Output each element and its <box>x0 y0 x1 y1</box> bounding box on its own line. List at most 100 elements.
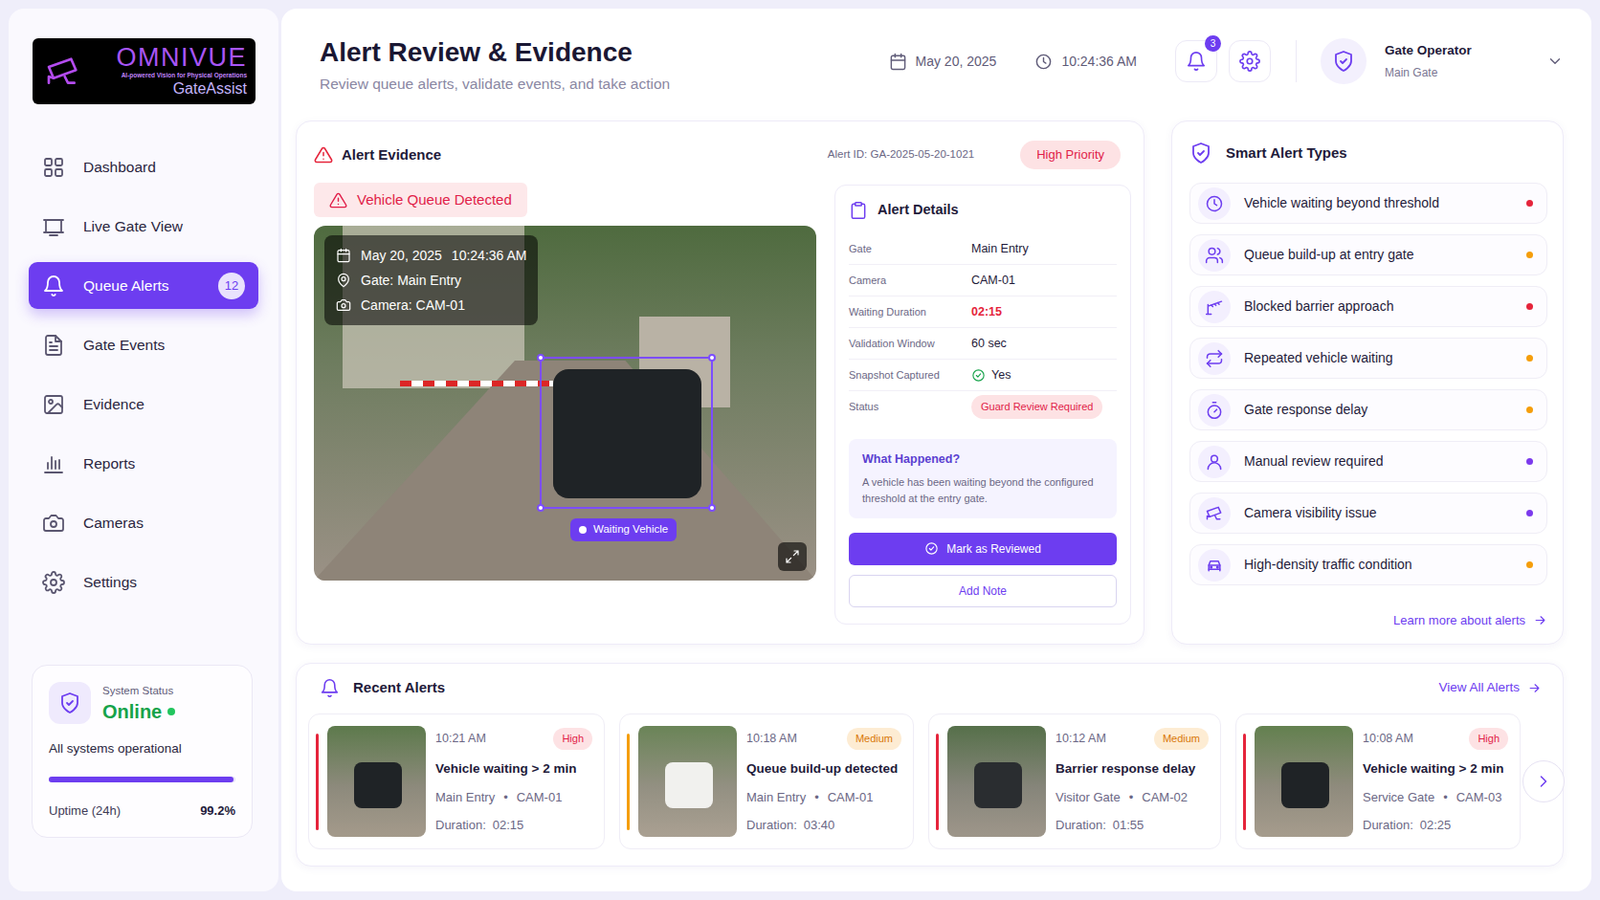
alert-type-row[interactable]: Camera visibility issue <box>1189 492 1548 534</box>
user-info: Gate OperatorMain Gate <box>1384 41 1529 82</box>
brand-name: OMNIVUE <box>91 44 247 71</box>
status-row: System StatusOnline <box>48 682 236 725</box>
sidebar-label: Queue Alerts <box>83 274 170 297</box>
link-label: View All Alerts <box>1438 678 1520 698</box>
detection-text: Waiting Vehicle <box>593 521 668 538</box>
detail-label: Waiting Duration <box>848 304 972 321</box>
alert-type-row[interactable]: Manual review required <box>1189 441 1548 483</box>
uptime-value: 99.2% <box>200 801 236 822</box>
severity-dot <box>1526 561 1534 569</box>
alert-type-row[interactable]: Repeated vehicle waiting <box>1189 337 1548 379</box>
view-all-link[interactable]: View All Alerts <box>1438 678 1542 698</box>
alert-type-row[interactable]: Queue build-up at entry gate <box>1189 234 1548 276</box>
detail-row: Snapshot CapturedYes <box>848 359 1117 392</box>
recent-alert-info: 10:21 AMHighVehicle waiting > 2 minMain … <box>435 728 597 836</box>
alert-type-row[interactable]: Blocked barrier approach <box>1189 286 1548 328</box>
camera-icon <box>42 511 66 535</box>
alert-camera: CAM-01 <box>516 788 563 808</box>
alert-type-label: Manual review required <box>1244 451 1384 472</box>
recent-alert-top: 10:21 AMHigh <box>435 728 597 751</box>
evidence-meta: Alert ID: GA-2025-05-20-1021High Priorit… <box>827 140 1121 170</box>
alert-type-row[interactable]: Vehicle waiting beyond threshold <box>1189 182 1548 224</box>
detail-row: Waiting Duration02:15 <box>848 296 1117 329</box>
next-button[interactable] <box>1522 760 1565 803</box>
recent-alert-card[interactable]: 10:18 AMMediumQueue build-up detectedMai… <box>619 713 914 850</box>
sidebar-item[interactable]: Gate Events <box>28 321 259 369</box>
user-menu[interactable]: Gate OperatorMain Gate <box>1320 38 1564 85</box>
user-avatar <box>1320 38 1367 85</box>
overlay-row: Camera: CAM-01 <box>335 292 527 318</box>
status-label: System Status <box>102 683 176 700</box>
detail-value-cell: Yes <box>971 366 1011 385</box>
sidebar-item[interactable]: Settings <box>28 558 259 606</box>
accent-bar <box>1243 733 1246 831</box>
settings-button[interactable] <box>1228 40 1271 83</box>
frame-icon <box>42 215 66 239</box>
detail-row: Validation Window60 sec <box>848 328 1117 360</box>
evidence-header: Alert Evidence Alert ID: GA-2025-05-20-10… <box>313 141 1130 169</box>
learn-more-link[interactable]: Learn more about alerts <box>1189 611 1548 631</box>
add-note-button[interactable]: Add Note <box>848 575 1117 608</box>
duration-label: Duration: <box>435 816 487 836</box>
severity-dot <box>1526 458 1534 466</box>
mark-reviewed-button[interactable]: Mark as Reviewed <box>848 533 1117 566</box>
duration-value: 02:25 <box>1420 816 1452 836</box>
box-handle <box>536 504 545 512</box>
sidebar-label: Gate Events <box>83 333 165 356</box>
header-actions: May 20, 202510:24:36 AM3Gate OperatorMai… <box>888 38 1564 85</box>
clock-icon <box>1204 194 1224 214</box>
alert-type-badge <box>1198 290 1231 324</box>
thumbnail-vehicle <box>665 762 713 809</box>
clipboard-icon <box>848 200 868 221</box>
divider <box>1295 40 1297 83</box>
detail-value-cell: Guard Review Required <box>971 395 1103 420</box>
notification-count: 3 <box>1204 35 1222 52</box>
camera-overlay: May 20, 202510:24:36 AMGate: Main EntryC… <box>324 235 538 326</box>
count-badge: 12 <box>218 272 245 300</box>
recent-alert-info: 10:18 AMMediumQueue build-up detectedMai… <box>746 728 906 836</box>
box-handle <box>708 504 716 512</box>
expand-button[interactable] <box>777 542 807 572</box>
gear-icon <box>1239 50 1261 72</box>
overlay-gate: Gate: Main Entry <box>360 270 462 291</box>
bell-icon <box>1185 50 1207 72</box>
sidebar-item[interactable]: Queue Alerts 12 <box>28 262 259 310</box>
card-title: Alert Evidence <box>341 144 442 167</box>
priority-badge: Medium <box>1154 728 1209 751</box>
alert-type-label: Queue build-up at entry gate <box>1244 244 1414 266</box>
recent-alert-card[interactable]: 10:12 AMMediumBarrier response delayVisi… <box>928 713 1222 850</box>
detail-label: Gate <box>848 241 972 258</box>
sidebar-item[interactable]: Cameras <box>28 499 259 547</box>
alert-time: 10:12 AM <box>1055 730 1107 749</box>
alert-type-row[interactable]: High-density traffic condition <box>1189 544 1548 586</box>
status-text: System StatusOnline <box>102 683 176 725</box>
priority-badge: High <box>1468 728 1509 751</box>
event-tag: Vehicle Queue Detected <box>313 182 528 218</box>
sidebar-item[interactable]: Live Gate View <box>28 202 259 250</box>
recent-alert-card[interactable]: 10:21 AMHighVehicle waiting > 2 minMain … <box>308 713 605 850</box>
sidebar-label: Dashboard <box>83 155 156 178</box>
grid-icon <box>42 155 66 179</box>
detail-row: CameraCAM-01 <box>848 265 1117 297</box>
alert-types-header: Smart Alert Types <box>1189 142 1547 164</box>
sidebar-item[interactable]: Evidence <box>28 380 259 428</box>
alert-type-badge <box>1198 497 1231 531</box>
brand-tagline: AI-powered Vision for Physical Operation… <box>91 70 247 80</box>
recent-alert-card[interactable]: 10:08 AMHighVehicle waiting > 2 minServi… <box>1235 713 1521 850</box>
sidebar-item[interactable]: Dashboard <box>28 143 259 191</box>
status-badge: Guard Review Required <box>971 395 1103 420</box>
sidebar-label: Live Gate View <box>83 215 183 238</box>
notifications-button[interactable]: 3 <box>1175 40 1218 83</box>
alert-id: Alert ID: GA-2025-05-20-1021 <box>827 146 975 163</box>
system-status-card: System StatusOnlineAll systems operation… <box>31 665 253 839</box>
sidebar-item[interactable]: Reports <box>28 440 259 488</box>
detail-value-cell: 02:15 <box>971 303 1002 322</box>
evidence-media: Vehicle Queue Detected May 20, 202510:24:… <box>313 182 817 581</box>
recent-alert-info: 10:08 AMHighVehicle waiting > 2 minServi… <box>1362 728 1512 836</box>
priority-badge: High <box>553 728 593 751</box>
arrow-right-icon <box>1533 613 1548 628</box>
sidebar-label: Reports <box>83 452 135 475</box>
alert-time: 10:08 AM <box>1362 730 1414 749</box>
alert-type-row[interactable]: Gate response delay <box>1189 389 1548 431</box>
severity-dot <box>1526 303 1534 311</box>
